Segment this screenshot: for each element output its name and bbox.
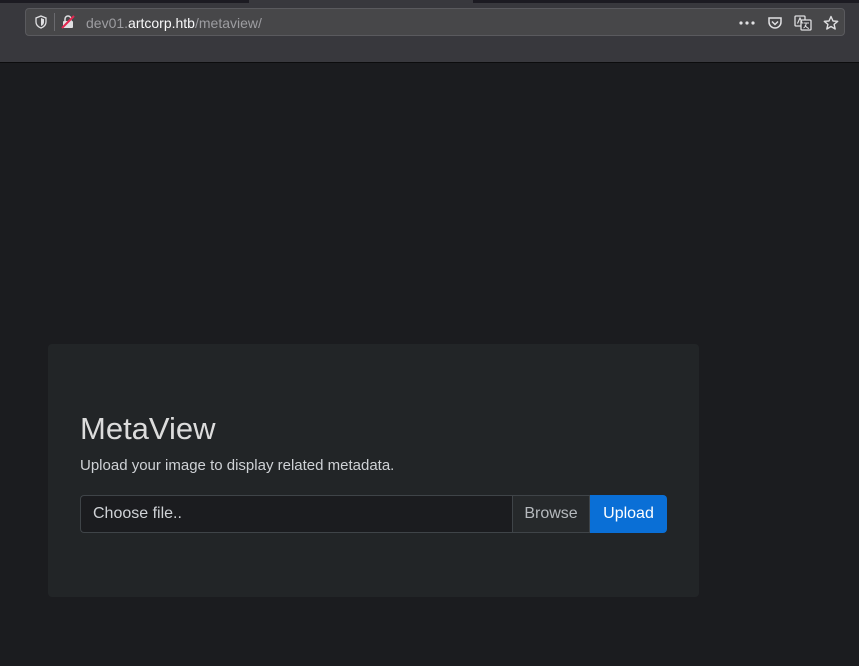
url-separator [54,13,55,31]
page-title: MetaView [80,411,216,446]
url-text[interactable]: dev01.artcorp.htb/metaview/ [86,14,262,32]
upload-button[interactable]: Upload [590,495,667,533]
url-actions [738,13,840,33]
bookmark-star-icon[interactable] [822,14,840,32]
browser-toolbar: dev01.artcorp.htb/metaview/ [0,0,859,63]
page-content: MetaView Upload your image to display re… [0,63,859,666]
url-prefix: dev01. [86,15,129,31]
insecure-lock-icon[interactable] [60,14,76,30]
file-upload-group: Choose file.. Browse Upload [80,495,667,533]
pocket-icon[interactable] [766,14,784,32]
page-description: Upload your image to display related met… [80,457,395,474]
upload-card: MetaView Upload your image to display re… [48,344,699,597]
url-domain: artcorp.htb [128,15,195,31]
url-bar[interactable]: dev01.artcorp.htb/metaview/ [25,8,845,36]
file-input[interactable]: Choose file.. [80,495,512,533]
active-tab[interactable] [249,0,473,3]
tab-strip [0,0,859,3]
url-path: /metaview/ [194,15,262,31]
more-dots-icon[interactable] [738,14,756,32]
translate-icon[interactable] [794,14,812,32]
browse-button[interactable]: Browse [512,495,590,533]
shield-icon[interactable] [34,15,48,29]
